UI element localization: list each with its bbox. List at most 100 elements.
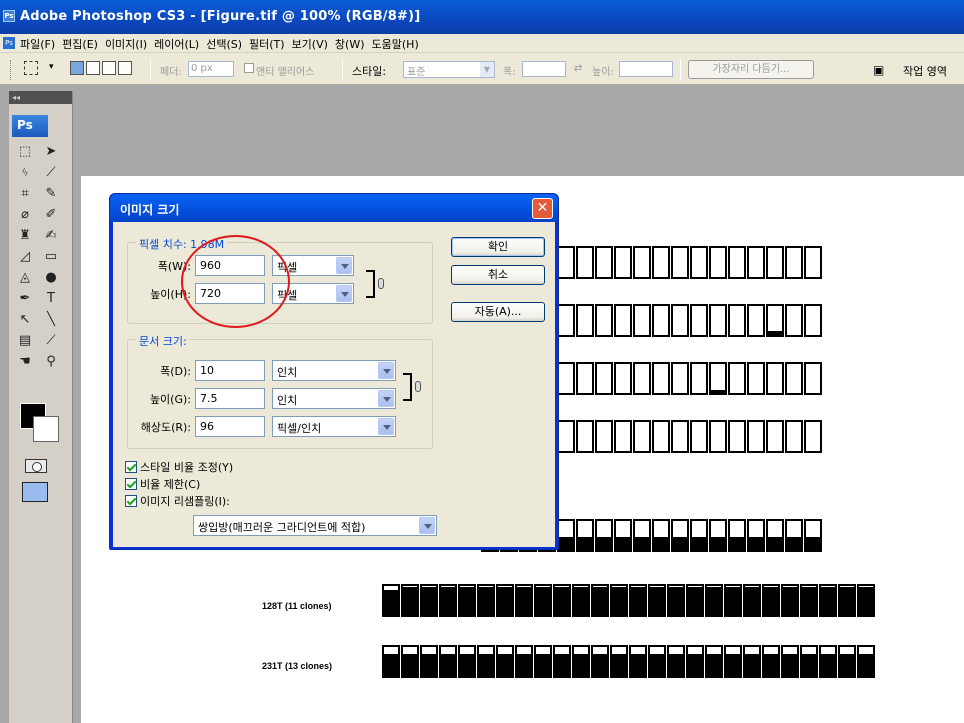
clone-box <box>785 246 803 279</box>
menu-select[interactable]: 선택(S) <box>206 36 249 52</box>
resample-checkbox[interactable] <box>125 495 137 507</box>
brush-icon[interactable]: ✐ <box>40 206 62 224</box>
image-size-dialog: 이미지 크기 ✕ 픽셀 치수: 1.98M 폭(W): 960 픽셀 높이(H)… <box>109 193 559 550</box>
close-icon[interactable]: ✕ <box>532 198 553 219</box>
resample-method-select[interactable]: 쌍입방(매끄러운 그라디언트에 적합) <box>193 515 437 536</box>
clone-fill <box>498 654 512 676</box>
clone-box <box>690 420 708 453</box>
add-selection-icon[interactable] <box>86 61 100 75</box>
ok-button[interactable]: 확인 <box>451 237 545 257</box>
clone-box <box>553 584 571 617</box>
menu-image[interactable]: 이미지(I) <box>105 36 154 52</box>
menu-edit[interactable]: 편집(E) <box>62 36 105 52</box>
lasso-icon[interactable]: ᛃ <box>14 164 36 182</box>
style-select[interactable]: 표준 ▼ <box>403 61 495 78</box>
menu-window[interactable]: 창(W) <box>335 36 372 52</box>
antialias-checkbox[interactable] <box>244 63 254 73</box>
menu-layer[interactable]: 레이어(L) <box>154 36 206 52</box>
clone-fill <box>441 587 455 615</box>
resample-row[interactable]: 이미지 리샘플링(I): <box>125 493 230 509</box>
new-selection-icon[interactable] <box>70 61 84 75</box>
height-input[interactable] <box>619 61 673 77</box>
clone-fill <box>764 654 778 676</box>
resolution-input[interactable]: 96 <box>195 416 265 437</box>
menu-view[interactable]: 보기(V) <box>292 36 335 52</box>
photoshop-badge-icon[interactable]: Ps <box>12 115 48 137</box>
clone-fill <box>840 587 854 615</box>
clone-fill <box>631 654 645 676</box>
crop-icon[interactable]: ⌗ <box>14 185 36 203</box>
menu-filter[interactable]: 필터(T) <box>249 36 292 52</box>
cancel-button[interactable]: 취소 <box>451 265 545 285</box>
clone-fill <box>821 654 835 676</box>
line-icon[interactable]: ╲ <box>40 311 62 329</box>
dialog-title-bar[interactable]: 이미지 크기 ✕ <box>110 194 558 222</box>
clone-box <box>747 246 765 279</box>
feather-input[interactable]: 0 px <box>188 61 234 77</box>
panel-collapse[interactable]: ◂◂ <box>9 91 72 104</box>
photoshop-logo-icon: Ps <box>3 10 15 22</box>
clone-box <box>595 362 613 395</box>
notes-icon[interactable]: ▤ <box>14 332 36 350</box>
workspace-menu[interactable]: 작업 영역 <box>903 63 947 79</box>
scale-styles-checkbox[interactable] <box>125 461 137 473</box>
intersect-selection-icon[interactable] <box>118 61 132 75</box>
doc-height-input[interactable]: 7.5 <box>195 388 265 409</box>
clone-box <box>648 645 666 678</box>
clone-box <box>572 645 590 678</box>
clone-fill <box>536 587 550 615</box>
scale-styles-row[interactable]: 스타일 비율 조정(Y) <box>125 459 233 475</box>
eraser-icon[interactable]: ◿ <box>14 248 36 266</box>
eyedropper-icon[interactable]: ⟋ <box>40 332 62 350</box>
menu-help[interactable]: 도움말(H) <box>372 36 426 52</box>
constrain-proportions-checkbox[interactable] <box>125 478 137 490</box>
magic-wand-icon[interactable]: ⟋ <box>40 164 62 182</box>
doc-width-input[interactable]: 10 <box>195 360 265 381</box>
clone-fill <box>711 390 725 393</box>
hand-icon[interactable]: ☚ <box>14 353 36 371</box>
doc-width-unit-select[interactable]: 인치 <box>272 360 396 381</box>
zoom-icon[interactable]: ⚲ <box>40 353 62 371</box>
history-brush-icon[interactable]: ✍ <box>40 227 62 245</box>
clone-box <box>747 519 765 552</box>
marquee-tool-icon[interactable] <box>24 61 38 75</box>
chevron-down-icon: ▼ <box>480 62 494 77</box>
options-bar: ▾ 페더: 0 px 앤티 앨리어스 스타일: 표준 ▼ 폭: ⇄ 높이: 가장… <box>0 52 964 85</box>
move-icon[interactable]: ➤ <box>40 143 62 161</box>
clone-fill <box>631 587 645 615</box>
clone-fill <box>859 587 873 615</box>
constrain-proportions-row[interactable]: 비율 제한(C) <box>125 476 200 492</box>
pen-icon[interactable]: ✒ <box>14 290 36 308</box>
slice-icon[interactable]: ✎ <box>40 185 62 203</box>
resolution-unit-select[interactable]: 픽셀/인치 <box>272 416 396 437</box>
resample-method: 쌍입방(매끄러운 그라디언트에 적합) <box>198 521 366 534</box>
bridge-icon[interactable]: ▣ <box>873 63 884 77</box>
clone-fill <box>783 587 797 615</box>
tool-preset-dropdown[interactable]: ▾ <box>49 62 54 72</box>
path-select-icon[interactable]: ↖ <box>14 311 36 329</box>
subtract-selection-icon[interactable] <box>102 61 116 75</box>
menu-file[interactable]: 파일(F) <box>20 36 62 52</box>
clone-fill <box>460 587 474 615</box>
marquee-icon[interactable]: ⬚ <box>14 143 36 161</box>
swap-icon[interactable]: ⇄ <box>574 63 582 74</box>
chevron-down-icon <box>336 257 352 274</box>
auto-button[interactable]: 자동(A)... <box>451 302 545 322</box>
refine-edge-button[interactable]: 가장자리 다듬기... <box>688 60 814 79</box>
document-icon[interactable]: Ps <box>3 37 15 49</box>
type-icon[interactable]: T <box>40 290 62 308</box>
dodge-icon[interactable]: ● <box>40 269 62 287</box>
screen-mode-icon[interactable] <box>22 482 48 502</box>
dialog-title: 이미지 크기 <box>120 203 180 217</box>
gradient-icon[interactable]: ▭ <box>40 248 62 266</box>
healing-brush-icon[interactable]: ⌀ <box>14 206 36 224</box>
clone-box <box>747 362 765 395</box>
clone-stamp-icon[interactable]: ♜ <box>14 227 36 245</box>
blur-icon[interactable]: ◬ <box>14 269 36 287</box>
quick-mask-icon[interactable] <box>25 459 47 473</box>
options-grip[interactable] <box>10 60 13 80</box>
background-color-swatch[interactable] <box>33 416 59 442</box>
doc-height-unit-select[interactable]: 인치 <box>272 388 396 409</box>
width-input[interactable] <box>522 61 566 77</box>
clone-box <box>857 645 875 678</box>
